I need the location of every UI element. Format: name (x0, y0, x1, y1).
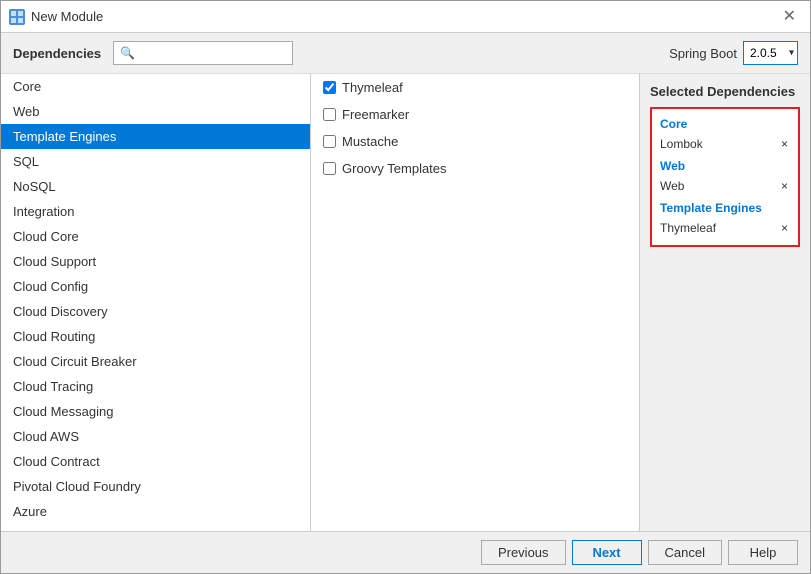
dep-category-web: Web (660, 159, 790, 173)
category-item-cloud-support[interactable]: Cloud Support (1, 249, 310, 274)
checkbox-mustache[interactable] (323, 135, 336, 148)
checkbox-label-freemarker: Freemarker (342, 107, 409, 122)
selected-dependencies-box: Core Lombok × Web Web × Template Engines Thymel… (650, 107, 800, 247)
category-item-cloud-config[interactable]: Cloud Config (1, 274, 310, 299)
window-title: New Module (31, 9, 103, 24)
checkbox-item-groovy-templates[interactable]: Groovy Templates (311, 155, 639, 182)
toolbar: Dependencies 🔍 Spring Boot 2.0.5 2.1.0 2… (1, 33, 810, 74)
category-item-cloud-aws[interactable]: Cloud AWS (1, 424, 310, 449)
dep-remove-web[interactable]: × (779, 180, 790, 192)
help-button[interactable]: Help (728, 540, 798, 565)
dep-category-core: Core (660, 117, 790, 131)
category-item-pivotal-cloud-foundry[interactable]: Pivotal Cloud Foundry (1, 474, 310, 499)
category-item-cloud-circuit-breaker[interactable]: Cloud Circuit Breaker (1, 349, 310, 374)
dep-item-name-web: Web (660, 179, 684, 193)
dep-category-template-engines: Template Engines (660, 201, 790, 215)
checkbox-item-thymeleaf[interactable]: Thymeleaf (311, 74, 639, 101)
category-item-cloud-messaging[interactable]: Cloud Messaging (1, 399, 310, 424)
categories-panel: CoreWebTemplate EnginesSQLNoSQLIntegrati… (1, 74, 311, 531)
category-item-nosql[interactable]: NoSQL (1, 174, 310, 199)
checkbox-label-thymeleaf: Thymeleaf (342, 80, 403, 95)
checkbox-thymeleaf[interactable] (323, 81, 336, 94)
category-item-core[interactable]: Core (1, 74, 310, 99)
checkbox-label-mustache: Mustache (342, 134, 398, 149)
spring-boot-section: Spring Boot 2.0.5 2.1.0 2.2.0 2.3.0 (669, 41, 798, 65)
category-item-sql[interactable]: SQL (1, 149, 310, 174)
category-item-spring-cloud-gcp[interactable]: Spring Cloud GCP (1, 524, 310, 531)
dep-item-web: Web × (660, 177, 790, 195)
category-item-azure[interactable]: Azure (1, 499, 310, 524)
category-item-cloud-core[interactable]: Cloud Core (1, 224, 310, 249)
checkbox-label-groovy-templates: Groovy Templates (342, 161, 447, 176)
title-bar: New Module ✕ (1, 1, 810, 33)
dep-item-thymeleaf: Thymeleaf × (660, 219, 790, 237)
main-window: New Module ✕ Dependencies 🔍 Spring Boot … (0, 0, 811, 574)
selected-dependencies-panel: Selected Dependencies Core Lombok × Web Web ×… (640, 74, 810, 531)
dep-item-lombok: Lombok × (660, 135, 790, 153)
footer: Previous Next Cancel Help (1, 531, 810, 573)
spring-boot-version-select[interactable]: 2.0.5 2.1.0 2.2.0 2.3.0 (743, 41, 798, 65)
items-panel: Thymeleaf Freemarker Mustache Groovy Templa… (311, 74, 640, 531)
search-icon: 🔍 (120, 46, 135, 60)
previous-button[interactable]: Previous (481, 540, 566, 565)
next-button[interactable]: Next (572, 540, 642, 565)
close-button[interactable]: ✕ (777, 7, 802, 27)
dep-remove-thymeleaf[interactable]: × (779, 222, 790, 234)
category-item-cloud-tracing[interactable]: Cloud Tracing (1, 374, 310, 399)
category-item-integration[interactable]: Integration (1, 199, 310, 224)
cancel-button[interactable]: Cancel (648, 540, 722, 565)
dep-item-name-lombok: Lombok (660, 137, 703, 151)
checkbox-groovy-templates[interactable] (323, 162, 336, 175)
dep-remove-lombok[interactable]: × (779, 138, 790, 150)
category-item-cloud-contract[interactable]: Cloud Contract (1, 449, 310, 474)
category-item-template-engines[interactable]: Template Engines (1, 124, 310, 149)
search-input[interactable] (139, 46, 286, 60)
selected-dependencies-title: Selected Dependencies (650, 84, 800, 99)
category-item-web[interactable]: Web (1, 99, 310, 124)
dep-item-name-thymeleaf: Thymeleaf (660, 221, 716, 235)
checkbox-freemarker[interactable] (323, 108, 336, 121)
dependencies-label: Dependencies (13, 46, 101, 61)
spring-boot-select-wrapper: 2.0.5 2.1.0 2.2.0 2.3.0 (743, 41, 798, 65)
spring-boot-label: Spring Boot (669, 46, 737, 61)
category-item-cloud-routing[interactable]: Cloud Routing (1, 324, 310, 349)
checkbox-item-freemarker[interactable]: Freemarker (311, 101, 639, 128)
content-area: CoreWebTemplate EnginesSQLNoSQLIntegrati… (1, 74, 810, 531)
checkbox-item-mustache[interactable]: Mustache (311, 128, 639, 155)
search-box: 🔍 (113, 41, 293, 65)
window-icon (9, 9, 25, 25)
category-item-cloud-discovery[interactable]: Cloud Discovery (1, 299, 310, 324)
title-bar-left: New Module (9, 9, 103, 25)
